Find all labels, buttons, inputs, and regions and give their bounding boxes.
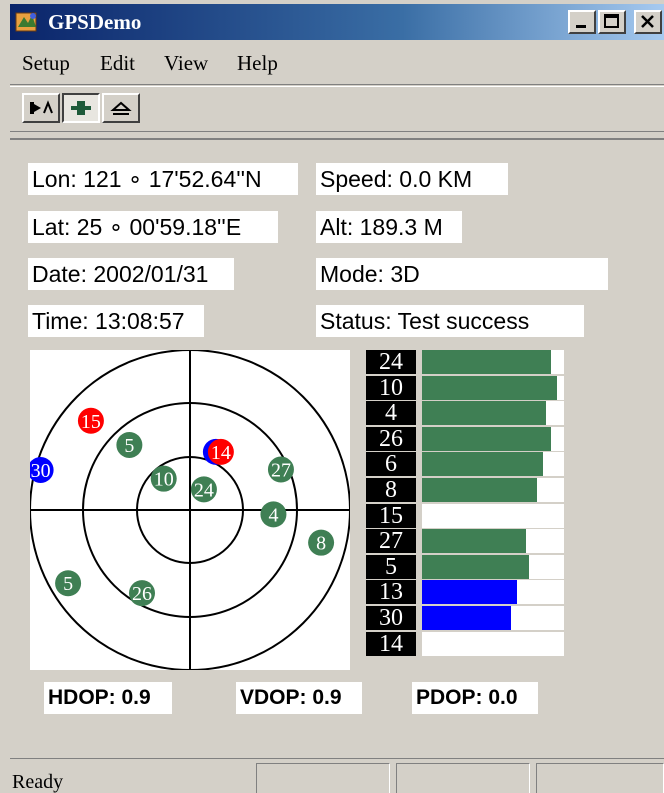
satellite-label: 26	[132, 583, 152, 605]
minimize-icon	[576, 25, 586, 28]
longitude-readout: Lon: 121 ∘ 17'52.64''N	[28, 163, 298, 195]
satellite-27: 27	[267, 456, 294, 483]
signal-bar-track	[422, 401, 564, 425]
signal-bar-fill	[422, 452, 543, 476]
plug-icon	[71, 101, 91, 115]
menu-help[interactable]: Help	[237, 51, 278, 76]
signal-bar-track	[422, 606, 564, 630]
signal-bar-fill	[422, 376, 557, 400]
signal-bar-fill	[422, 580, 517, 604]
client-edge	[10, 138, 664, 140]
menu-setup[interactable]: Setup	[22, 51, 70, 76]
satellite-5: 5	[116, 431, 143, 458]
sky-plot: 14 5 15 27 10 24 4 8 30 5 26	[30, 350, 350, 670]
signal-prn-27: 27	[366, 529, 416, 553]
signal-bar-fill	[422, 350, 551, 374]
signal-bar-fill	[422, 401, 546, 425]
window-title: GPSDemo	[48, 10, 142, 34]
menu-bar: Setup Edit View Help	[10, 40, 664, 85]
satellite-label: 5	[63, 573, 73, 595]
status-bar: Ready	[10, 758, 664, 793]
satellite-label: 30	[31, 460, 51, 482]
satellite-8: 8	[308, 529, 335, 556]
status-pane-4	[536, 763, 664, 793]
maximize-button[interactable]	[598, 10, 626, 34]
speed-readout: Speed: 0.0 KM	[316, 163, 508, 195]
signal-bar-track	[422, 427, 564, 451]
eject-button[interactable]	[102, 93, 140, 123]
signal-bar-track	[422, 452, 564, 476]
time-readout: Time: 13:08:57	[28, 305, 204, 337]
signal-prn-15: 15	[366, 504, 416, 528]
signal-bar-fill	[422, 606, 511, 630]
signal-bar-fill	[422, 529, 526, 553]
satellite-label: 15	[81, 411, 101, 433]
satellite-layer: 14 5 15 27 10 24 4 8 30 5 26	[30, 407, 335, 607]
signal-bar-track	[422, 632, 564, 656]
signal-prn-30: 30	[366, 606, 416, 630]
signal-bar-track	[422, 376, 564, 400]
signal-strength-panel: 24 10 4 26 6 8 15 27 5 13 30 14	[366, 350, 566, 656]
signal-prn-14: 14	[366, 632, 416, 656]
connect-button[interactable]	[22, 93, 60, 123]
satellite-label: 4	[268, 504, 278, 526]
status-pane-main: Ready	[10, 763, 250, 793]
pdop-readout: PDOP: 0.0	[412, 682, 538, 714]
eject-icon	[110, 101, 132, 115]
satellite-4: 4	[260, 501, 287, 528]
satellite-label: 24	[194, 479, 214, 501]
app-window: GPSDemo Setup Edit View Help Lon: 121 ∘ …	[0, 0, 664, 793]
minimize-button[interactable]	[568, 10, 596, 34]
satellite-26: 26	[129, 580, 155, 607]
status-text: Ready	[12, 771, 64, 793]
menu-edit[interactable]: Edit	[100, 51, 135, 76]
satellite-label: 8	[316, 533, 326, 555]
satellite-24: 24	[190, 476, 217, 503]
vdop-readout: VDOP: 0.9	[236, 682, 362, 714]
signal-prn-10: 10	[366, 376, 416, 400]
satellite-30: 30	[30, 456, 54, 483]
satellite-label: 14	[211, 442, 231, 464]
signal-prn-8: 8	[366, 478, 416, 502]
status-pane-3	[396, 763, 530, 793]
toolbar	[10, 86, 664, 132]
close-button[interactable]	[634, 10, 662, 34]
connect-icon	[30, 100, 53, 114]
satellite-label: 27	[271, 460, 291, 482]
signal-prn-24: 24	[366, 350, 416, 374]
satellite-10: 10	[150, 465, 177, 492]
mode-readout: Mode: 3D	[316, 258, 608, 290]
date-readout: Date: 2002/01/31	[28, 258, 234, 290]
status-readout: Status: Test success	[316, 305, 584, 337]
title-bar[interactable]: GPSDemo	[10, 4, 664, 40]
signal-bar-track	[422, 529, 564, 553]
signal-bar-track	[422, 350, 564, 374]
status-pane-2	[256, 763, 390, 793]
signal-prn-13: 13	[366, 580, 416, 604]
satellite-5: 5	[55, 570, 82, 597]
port-button[interactable]	[62, 93, 100, 123]
satellite-label: 5	[124, 435, 134, 457]
signal-bar-track	[422, 478, 564, 502]
satellite-15: 15	[77, 407, 104, 434]
signal-prn-26: 26	[366, 427, 416, 451]
signal-bar-track	[422, 504, 564, 528]
hdop-readout: HDOP: 0.9	[44, 682, 172, 714]
menu-view[interactable]: View	[164, 51, 208, 76]
signal-bar-fill	[422, 427, 551, 451]
signal-bar-track	[422, 555, 564, 579]
signal-bar-fill	[422, 555, 529, 579]
signal-prn-4: 4	[366, 401, 416, 425]
close-icon	[641, 15, 654, 28]
signal-prn-6: 6	[366, 452, 416, 476]
signal-bar-track	[422, 580, 564, 604]
satellite-label: 10	[154, 469, 174, 491]
signal-prn-5: 5	[366, 555, 416, 579]
latitude-readout: Lat: 25 ∘ 00'59.18''E	[28, 211, 278, 243]
signal-bar-fill	[422, 478, 537, 502]
maximize-icon	[604, 14, 619, 28]
altitude-readout: Alt: 189.3 M	[316, 211, 462, 243]
app-icon	[15, 12, 37, 32]
satellite-14: 14	[202, 438, 234, 465]
